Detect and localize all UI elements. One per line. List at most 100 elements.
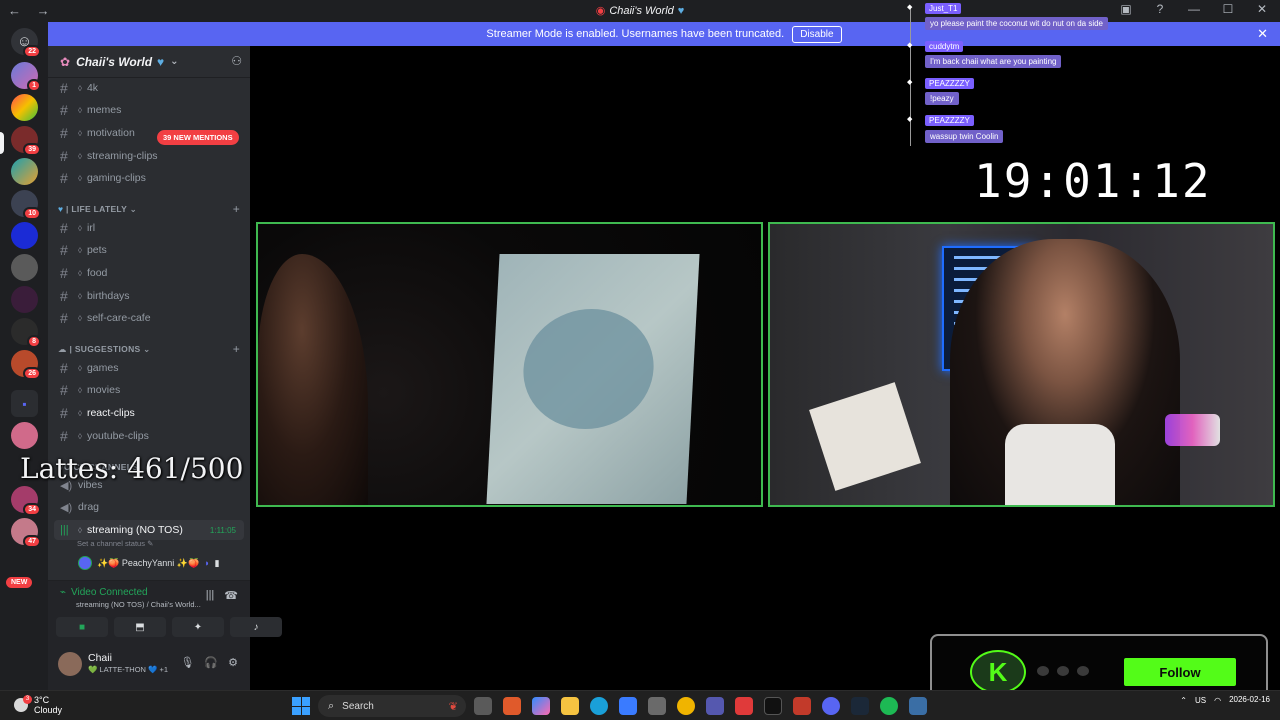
wifi-icon[interactable]: ◠: [1214, 696, 1221, 705]
channel-gaming-clips[interactable]: # ◊ gaming-clips: [54, 168, 244, 188]
hash-icon: #: [60, 220, 68, 236]
follow-button[interactable]: Follow: [1124, 658, 1236, 686]
category-life-lately[interactable]: ♥ | LIFE LATELY ⌄ +: [58, 202, 240, 216]
channel-movies[interactable]: # ◊ movies: [54, 380, 244, 400]
app-icon[interactable]: [503, 697, 521, 715]
copilot-icon[interactable]: [532, 697, 550, 715]
server-icon-3[interactable]: [11, 158, 38, 185]
tiktok-icon[interactable]: [764, 697, 782, 715]
channel-self-care-cafe[interactable]: # ◊ self-care-cafe: [54, 308, 244, 328]
inbox-icon[interactable]: ▣: [1118, 2, 1134, 16]
add-user-icon[interactable]: ⚇: [231, 54, 242, 68]
server-name: Chaii's World: [76, 54, 153, 69]
avatar[interactable]: [58, 652, 82, 676]
server-icon-4[interactable]: 10: [11, 190, 41, 220]
chevron-up-icon[interactable]: ⌃: [1180, 696, 1187, 705]
channel-memes[interactable]: # ◊ memes: [54, 100, 244, 120]
settings-gear-icon[interactable]: ⚙: [228, 656, 238, 669]
clock-date[interactable]: 2026-02-16: [1229, 695, 1270, 705]
server-icon-6[interactable]: [11, 254, 38, 281]
pencil-icon: ✎: [147, 539, 154, 548]
hash-icon: #: [60, 148, 68, 164]
server-icon-7[interactable]: [11, 286, 38, 313]
server-icon-11[interactable]: 34: [11, 486, 41, 516]
task-view-icon[interactable]: [474, 697, 492, 715]
video-feed-right[interactable]: [768, 222, 1275, 507]
server-icon-8[interactable]: 8: [11, 318, 41, 348]
server-icon-1[interactable]: 1: [11, 62, 41, 92]
channel-irl[interactable]: # ◊ irl: [54, 218, 244, 238]
chat-marker-icon: ◆: [907, 4, 913, 11]
file-explorer-icon[interactable]: [561, 697, 579, 715]
teams-icon[interactable]: [706, 697, 724, 715]
microphone-icon[interactable]: 🎙: [180, 656, 194, 669]
app-icon[interactable]: [909, 697, 927, 715]
video-feed-left[interactable]: [256, 222, 763, 507]
channel-pets[interactable]: # ◊ pets: [54, 240, 244, 260]
voice-status[interactable]: ⌁ Video Connected: [60, 587, 148, 598]
direct-messages-button[interactable]: ☺ 22: [11, 28, 41, 58]
close-button[interactable]: ✕: [1254, 2, 1270, 16]
add-channel-icon[interactable]: +: [233, 342, 240, 356]
diamond-icon: ◊: [78, 268, 82, 278]
person-figure: [258, 254, 368, 505]
screen-share-button[interactable]: ⬒: [114, 617, 166, 637]
steam-icon[interactable]: [851, 697, 869, 715]
signal-icon: ⌁: [60, 587, 67, 598]
disconnect-icon[interactable]: ☎: [224, 589, 238, 602]
banner-close-icon[interactable]: ✕: [1257, 26, 1268, 42]
chevron-down-icon: ⌄: [143, 344, 151, 354]
server-icon-chaii[interactable]: 39: [11, 126, 41, 156]
server-icon-2[interactable]: [11, 94, 38, 121]
category-suggestions[interactable]: ☁ | SUGGESTIONS ⌄ +: [58, 342, 240, 356]
weather-widget[interactable]: 3 3°C Cloudy: [14, 695, 62, 715]
store-icon[interactable]: [648, 697, 666, 715]
channel-4k[interactable]: # ◊ 4k: [54, 78, 244, 98]
channel-youtube-clips[interactable]: # ◊ youtube-clips: [54, 426, 244, 446]
channel-react-clips[interactable]: # ◊ react-clips: [54, 403, 244, 423]
camera-button[interactable]: ■: [56, 617, 108, 637]
server-icon-12[interactable]: 47: [11, 518, 41, 548]
voice-controls: ||| ☎: [206, 589, 238, 602]
channel-games[interactable]: # ◊ games: [54, 358, 244, 378]
activities-button[interactable]: ✦: [172, 617, 224, 637]
rgb-light: [1165, 414, 1220, 446]
help-icon[interactable]: ?: [1152, 2, 1168, 16]
voice-user-row[interactable]: ✨🍑 PeachyYanni ✨🍑 ◗ ▮: [78, 556, 220, 570]
channel-motivation[interactable]: # ◊ motivation: [54, 123, 244, 143]
loading-dots: [1037, 666, 1097, 676]
channel-status-link[interactable]: Set a channel status ✎: [77, 539, 153, 548]
avatar: [78, 556, 92, 570]
edge-icon[interactable]: [590, 697, 608, 715]
channel-drag[interactable]: ◀) drag: [54, 497, 244, 517]
app-icon[interactable]: [619, 697, 637, 715]
minimize-button[interactable]: —: [1186, 2, 1202, 16]
channel-streaming-clips[interactable]: # ◊ streaming-clips: [54, 146, 244, 166]
discord-icon[interactable]: [822, 697, 840, 715]
folder-icon[interactable]: ▪: [11, 390, 38, 417]
app-icon[interactable]: [793, 697, 811, 715]
start-button[interactable]: [292, 697, 310, 715]
maximize-button[interactable]: ☐: [1220, 2, 1236, 16]
channel-food[interactable]: # ◊ food: [54, 263, 244, 283]
language-indicator[interactable]: US: [1195, 696, 1206, 705]
channel-birthdays[interactable]: # ◊ birthdays: [54, 286, 244, 306]
spotify-icon[interactable]: [880, 697, 898, 715]
server-icon-9[interactable]: 26: [11, 350, 41, 380]
server-header[interactable]: ✿ Chaii's World ♥ ⌄ ⚇: [48, 46, 250, 78]
disable-button[interactable]: Disable: [792, 25, 842, 43]
server-icon-5[interactable]: [11, 222, 38, 249]
headphones-icon[interactable]: 🎧: [204, 656, 218, 669]
voice-channel-path: streaming (NO TOS) / Chaii's World...: [76, 600, 201, 609]
server-icon-10[interactable]: [11, 422, 38, 449]
channel-streaming[interactable]: ||| ◊ streaming (NO TOS) 1:11:05: [54, 520, 244, 540]
add-channel-icon[interactable]: +: [233, 202, 240, 216]
taskbar-search[interactable]: ⌕ Search ❦: [318, 695, 466, 717]
hash-icon: #: [60, 428, 68, 444]
user-name: Chaii: [88, 652, 112, 664]
chrome-icon[interactable]: [677, 697, 695, 715]
dm-badge: 22: [23, 45, 41, 58]
soundboard-button[interactable]: ♪: [230, 617, 282, 637]
app-icon[interactable]: [735, 697, 753, 715]
noise-suppression-icon[interactable]: |||: [206, 589, 215, 602]
